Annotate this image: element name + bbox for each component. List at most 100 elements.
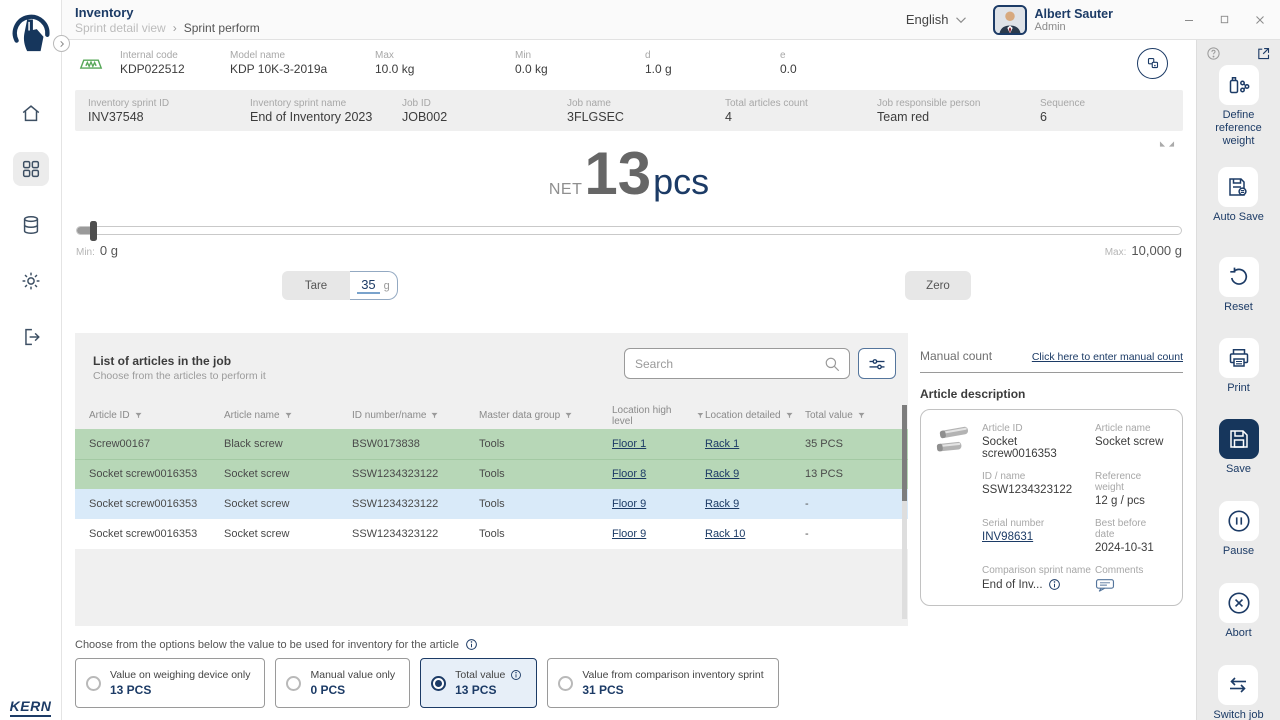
column-header[interactable]: ID number/name xyxy=(352,410,479,421)
sprint-field: Job name3FLGSEC xyxy=(567,98,725,124)
database-icon[interactable] xyxy=(13,208,49,242)
column-header[interactable]: Location high level xyxy=(612,405,705,427)
option-weighing-device-only[interactable]: Value on weighing device only 13 PCS xyxy=(75,658,265,708)
expand-panel-icon[interactable] xyxy=(1256,46,1271,61)
avatar[interactable] xyxy=(993,5,1027,35)
location-link[interactable]: Floor 1 xyxy=(612,438,646,450)
language-label: English xyxy=(906,12,949,27)
location-link[interactable]: Rack 9 xyxy=(705,468,739,480)
tare-value[interactable]: 35 xyxy=(357,277,379,294)
option-comparison-sprint-value[interactable]: Value from comparison inventory sprint 3… xyxy=(547,658,778,708)
device-field: Max10.0 kg xyxy=(375,50,515,76)
switch-job-button[interactable]: Switch job xyxy=(1213,665,1263,720)
reset-button[interactable]: Reset xyxy=(1219,257,1259,314)
articles-title: List of articles in the job xyxy=(93,354,266,368)
user-info[interactable]: Albert Sauter Admin xyxy=(1035,7,1114,33)
location-link[interactable]: Rack 10 xyxy=(705,528,745,540)
serial-number-link[interactable]: INV98631 xyxy=(982,531,1095,543)
articles-subtitle: Choose from the articles to perform it xyxy=(93,370,266,382)
maximize-icon[interactable] xyxy=(1219,14,1230,25)
radio-icon[interactable] xyxy=(86,676,101,691)
device-field: e0.0 xyxy=(780,50,1137,76)
slider-handle[interactable] xyxy=(90,221,97,241)
table-row[interactable]: Socket screw0016353Socket screw SSW12343… xyxy=(75,459,908,489)
option-total-value[interactable]: Total value 13 PCS xyxy=(420,658,537,708)
help-icon[interactable] xyxy=(1206,46,1221,61)
sprint-field: Inventory sprint nameEnd of Inventory 20… xyxy=(250,98,402,124)
column-header[interactable]: Article name xyxy=(224,410,352,421)
logout-icon[interactable] xyxy=(13,320,49,354)
comments-icon[interactable] xyxy=(1095,578,1115,593)
reference-weight-icon xyxy=(1227,73,1251,97)
tare-button[interactable]: Tare xyxy=(282,271,350,300)
weight-slider[interactable] xyxy=(76,221,1182,241)
radio-icon[interactable] xyxy=(558,676,573,691)
print-button[interactable]: Print xyxy=(1219,338,1259,395)
location-link[interactable]: Floor 9 xyxy=(612,528,646,540)
switch-device-icon[interactable] xyxy=(1137,48,1168,79)
info-icon[interactable] xyxy=(510,669,522,681)
location-link[interactable]: Rack 1 xyxy=(705,438,739,450)
close-icon[interactable] xyxy=(1254,14,1266,26)
breadcrumb-parent[interactable]: Sprint detail view xyxy=(75,21,166,35)
option-manual-value-only[interactable]: Manual value only 0 PCS xyxy=(275,658,410,708)
pause-button[interactable]: Pause xyxy=(1219,501,1259,558)
tare-zero-row: Tare 35 g Zero xyxy=(62,271,1196,300)
search-input[interactable] xyxy=(624,348,850,379)
sprint-info-row: Inventory sprint IDINV37548 Inventory sp… xyxy=(75,90,1183,131)
location-link[interactable]: Rack 9 xyxy=(705,498,739,510)
sidebar-toggle-button[interactable] xyxy=(53,35,70,52)
abort-icon xyxy=(1226,590,1252,616)
column-header[interactable]: Total value xyxy=(805,410,908,421)
save-button[interactable]: Save xyxy=(1219,419,1259,476)
zero-button[interactable]: Zero xyxy=(905,271,971,300)
search-field[interactable] xyxy=(635,357,823,371)
language-selector[interactable]: English xyxy=(906,12,967,27)
main-content: Internal codeKDP022512 Model nameKDP 10K… xyxy=(62,40,1196,720)
auto-save-button[interactable]: Auto Save xyxy=(1213,167,1264,224)
apps-grid-icon[interactable] xyxy=(13,152,49,186)
auto-save-icon xyxy=(1226,175,1250,199)
minimize-icon[interactable] xyxy=(1183,14,1195,26)
desc-id-name: ID / name SSW1234323122 xyxy=(982,471,1095,507)
location-link[interactable]: Floor 9 xyxy=(612,498,646,510)
weight-value: 13 xyxy=(584,147,651,201)
info-icon[interactable] xyxy=(1048,578,1061,591)
abort-button[interactable]: Abort xyxy=(1219,583,1259,640)
tare-unit: g xyxy=(384,280,390,292)
save-icon xyxy=(1227,427,1251,451)
location-link[interactable]: Floor 8 xyxy=(612,468,646,480)
radio-icon[interactable] xyxy=(431,676,446,691)
slider-track xyxy=(76,226,1182,235)
radio-icon[interactable] xyxy=(286,676,301,691)
left-sidebar: KERN xyxy=(0,0,62,720)
desc-serial-number: Serial number INV98631 xyxy=(982,518,1095,554)
table-scrollbar[interactable] xyxy=(902,405,907,619)
sidebar-nav xyxy=(13,96,49,354)
manual-count-label: Manual count xyxy=(920,349,992,363)
tare-input[interactable]: 35 g xyxy=(350,271,398,300)
min-value: 0 g xyxy=(100,243,118,258)
article-description-card: Article ID Socket screw0016353 Article n… xyxy=(920,409,1183,606)
table-row[interactable]: Socket screw0016353Socket screw SSW12343… xyxy=(75,519,908,549)
desc-article-id: Article ID Socket screw0016353 xyxy=(982,423,1095,460)
define-reference-weight-button[interactable]: Define reference weight xyxy=(1201,65,1277,148)
column-header[interactable]: Article ID xyxy=(89,410,224,421)
table-row[interactable]: Screw00167Black screw BSW0173838Tools Fl… xyxy=(75,429,908,459)
info-icon[interactable] xyxy=(465,638,478,651)
settings-gear-icon[interactable] xyxy=(13,264,49,298)
breadcrumb-separator-icon: › xyxy=(173,21,177,35)
min-label: Min: xyxy=(76,247,95,258)
filter-button[interactable] xyxy=(858,348,896,379)
scale-icon xyxy=(78,53,104,73)
net-label: NET xyxy=(549,181,583,199)
manual-count-link[interactable]: Click here to enter manual count xyxy=(1032,351,1183,363)
table-row[interactable]: Socket screw0016353Socket screw SSW12343… xyxy=(75,489,908,519)
kern-wordmark: KERN xyxy=(0,698,61,714)
device-field: Min0.0 kg xyxy=(515,50,645,76)
window-controls xyxy=(1183,14,1266,26)
column-header[interactable]: Master data group xyxy=(479,410,612,421)
column-header[interactable]: Location detailed xyxy=(705,410,805,421)
article-image xyxy=(935,423,982,460)
home-icon[interactable] xyxy=(13,96,49,130)
